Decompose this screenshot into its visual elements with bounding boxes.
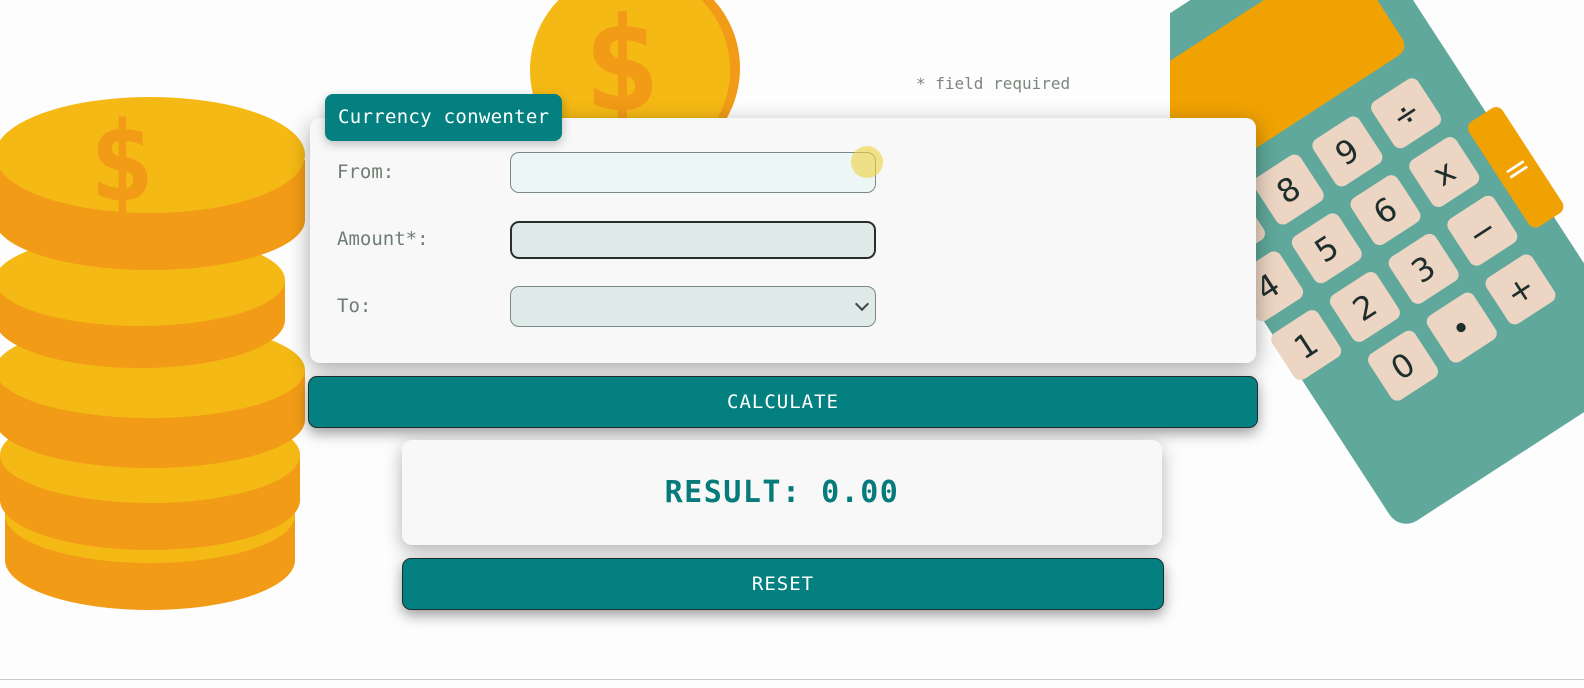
to-label: To: <box>337 295 372 317</box>
result-display: RESULT: 0.00 <box>402 440 1162 545</box>
from-currency-select[interactable] <box>510 152 876 193</box>
dollar-sign-icon: $ <box>89 98 155 226</box>
page-divider <box>0 679 1584 680</box>
required-field-note: * field required <box>916 74 1071 93</box>
amount-label: Amount*: <box>337 228 429 250</box>
from-label: From: <box>337 161 395 183</box>
coin-stack-illustration: $ <box>0 97 305 610</box>
calculate-button[interactable]: CALCULATE <box>308 376 1258 428</box>
form-title: Currency conwenter <box>325 94 563 141</box>
dollar-sign-icon: $ <box>583 0 661 130</box>
reset-button[interactable]: RESET <box>402 558 1164 610</box>
chevron-down-icon <box>854 296 870 312</box>
to-currency-select[interactable] <box>510 286 876 327</box>
cursor-highlight <box>851 146 883 178</box>
amount-input[interactable] <box>510 221 876 259</box>
